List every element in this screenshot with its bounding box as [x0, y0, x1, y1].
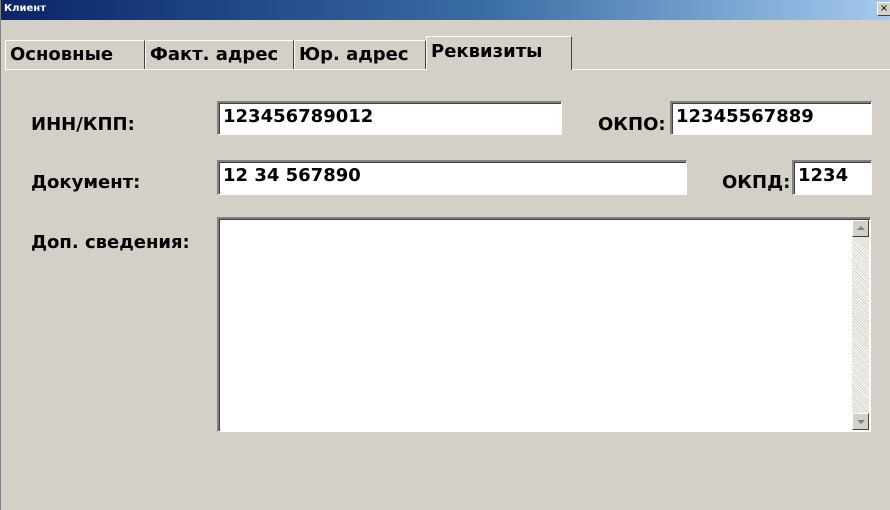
okpo-field[interactable]: 12345567889	[670, 101, 872, 135]
inn-label: ИНН/КПП:	[31, 114, 135, 135]
scroll-down-button[interactable]	[852, 413, 869, 430]
close-icon: ×	[879, 3, 889, 14]
extra-info-label: Доп. сведения:	[31, 232, 190, 253]
arrow-down-icon	[857, 420, 865, 424]
client-window: Клиент × Основные Факт. адрес Юр. адрес …	[0, 0, 890, 510]
window-title: Клиент	[4, 3, 46, 14]
tab-osnovnye[interactable]: Основные	[5, 40, 145, 69]
title-bar[interactable]: Клиент ×	[1, 0, 890, 20]
document-field[interactable]: 12 34 567890	[217, 160, 687, 195]
tab-strip: Основные Факт. адрес Юр. адрес Реквизиты	[5, 36, 890, 70]
inn-field[interactable]: 123456789012	[217, 101, 562, 135]
okpd-label: ОКПД:	[722, 172, 791, 193]
tab-fact-address[interactable]: Факт. адрес	[145, 40, 294, 69]
document-label: Документ:	[31, 172, 141, 193]
okpo-label: ОКПО:	[598, 114, 666, 135]
tab-legal-address[interactable]: Юр. адрес	[294, 40, 426, 69]
okpd-field[interactable]: 1234	[792, 160, 872, 195]
arrow-up-icon	[857, 226, 865, 230]
close-button[interactable]: ×	[877, 2, 890, 16]
tab-rekvizity[interactable]: Реквизиты	[426, 36, 572, 70]
vertical-scrollbar[interactable]	[852, 220, 869, 430]
extra-info-textarea[interactable]	[217, 217, 871, 432]
scroll-up-button[interactable]	[852, 220, 869, 237]
